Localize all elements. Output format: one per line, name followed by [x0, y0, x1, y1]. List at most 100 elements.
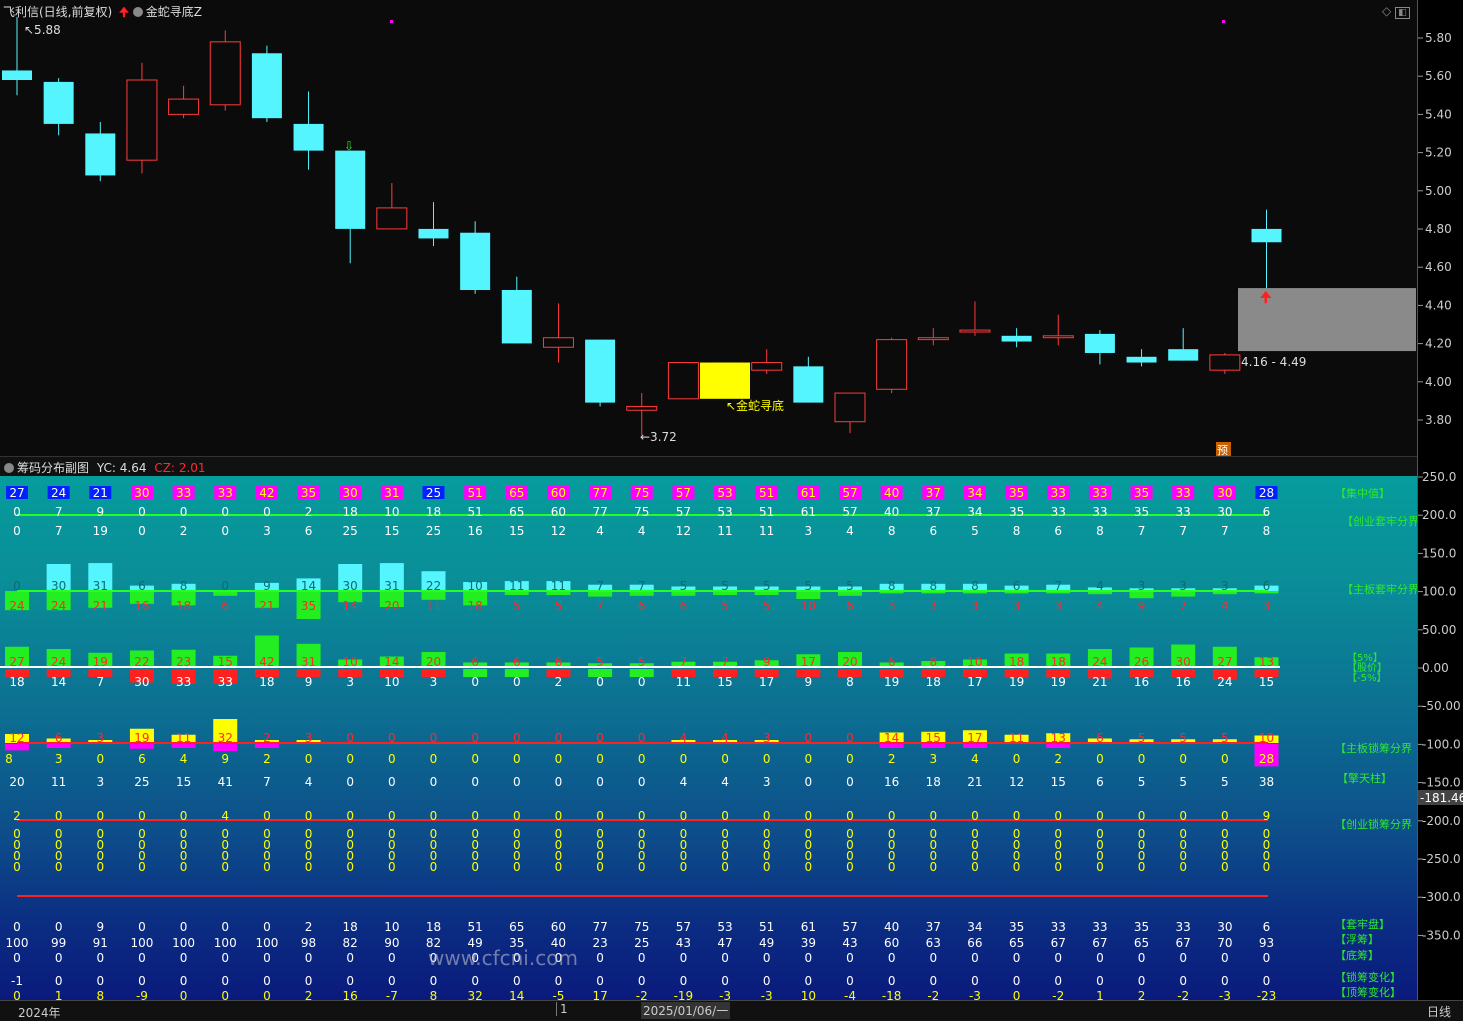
lock-change-value: 0 — [971, 974, 979, 988]
trapped-value: 35 — [1134, 920, 1149, 934]
floating-value: 43 — [842, 936, 857, 950]
top-change-value: 1 — [1096, 989, 1104, 1000]
gem-lock-detail: 0 — [388, 860, 396, 874]
trapped-value: 37 — [926, 920, 941, 934]
gem-trap-count: 4 — [638, 524, 646, 538]
candle-body — [542, 337, 574, 348]
trapped-value: 75 — [634, 920, 649, 934]
floating-value: 67 — [1092, 936, 1107, 950]
label-concentration: 【集中值】 — [1335, 487, 1390, 500]
gem-trap-count: 3 — [263, 524, 271, 538]
trapped-value: 2 — [305, 920, 313, 934]
subchart-title[interactable]: 筹码分布副图 — [17, 461, 89, 475]
concentration-value: 37 — [926, 486, 941, 500]
main-lock-down-value: 0 — [846, 752, 854, 766]
candle-body — [418, 228, 449, 239]
period-button[interactable]: 日线 — [1427, 1003, 1451, 1020]
candle-body — [251, 53, 282, 119]
pre-badge: 预 — [1217, 444, 1228, 456]
main-lock-down-value: 0 — [305, 752, 313, 766]
gem-lock-value: 0 — [596, 809, 604, 823]
band-down-value: 21 — [1092, 675, 1107, 689]
top-change-value: 1 — [55, 989, 63, 1000]
top-change-value: -4 — [844, 989, 856, 1000]
gem-trap-count: 3 — [805, 524, 813, 538]
main-trap-down-value: 7 — [596, 599, 604, 613]
stock-title: 飞利信(日线,前复权) — [3, 5, 113, 19]
page-marker[interactable]: 1 — [556, 1002, 568, 1016]
pillar-value: 21 — [967, 775, 982, 789]
trapped-value: 51 — [759, 920, 774, 934]
main-lock-down-value: 0 — [96, 752, 104, 766]
sub-tick-label: 200.0 — [1422, 508, 1456, 522]
collapse-icon[interactable]: ◧ — [1395, 7, 1410, 19]
main-trap-down-value: 24 — [51, 599, 66, 613]
formula-name[interactable]: 金蛇寻底Z — [146, 5, 202, 19]
main-lock-down-value: 3 — [929, 752, 937, 766]
candle-body — [209, 41, 241, 106]
concentration-value: 33 — [1176, 486, 1191, 500]
bottom-value: 0 — [1013, 951, 1021, 965]
trapped-value: 10 — [384, 920, 399, 934]
candle-body — [876, 339, 908, 390]
concentration-value: 77 — [592, 486, 607, 500]
bottom-value: 0 — [1221, 951, 1229, 965]
bottom-value: 0 — [96, 951, 104, 965]
main-lock-down-value: 0 — [555, 752, 563, 766]
lock-change-value: 0 — [555, 974, 563, 988]
band-down-value: 2 — [555, 675, 563, 689]
subchart-toggle-icon[interactable] — [4, 463, 14, 473]
gem-lock-value: 0 — [263, 809, 271, 823]
concentration-value: 53 — [717, 486, 732, 500]
time-axis-bar[interactable]: 2024年 1 2025/01/06/一 日线 — [0, 1000, 1463, 1021]
main-lock-down-value: 4 — [971, 752, 979, 766]
main-lock-down-value: 28 — [1259, 752, 1274, 766]
gem-lock-detail: 0 — [263, 860, 271, 874]
gem-lock-detail: 0 — [180, 860, 188, 874]
gem-trap-count: 16 — [468, 524, 483, 538]
price-tick-label: 5.20 — [1425, 146, 1452, 160]
main-trap-down-value: 3 — [1013, 599, 1021, 613]
floating-value: 47 — [717, 936, 732, 950]
trapped-value: 35 — [1009, 920, 1024, 934]
main-trap-down-value: 3 — [1054, 599, 1062, 613]
gem-trap-value: 18 — [343, 505, 358, 519]
candle-body — [585, 339, 616, 403]
floating-value: 67 — [1176, 936, 1191, 950]
pillar-value: 0 — [388, 775, 396, 789]
trapped-value: 33 — [1176, 920, 1191, 934]
main-lock-down-bar — [962, 744, 987, 748]
diamond-icon[interactable]: ◇ — [1382, 4, 1391, 18]
price-chart-panel[interactable]: ↖5.88 ←3.72 4.16 - 4.49 ↖金蛇寻底 ⇩ 🠉 预 飞利信(日线,前复权… — [0, 0, 1417, 456]
top-change-value: 14 — [509, 989, 524, 1000]
gem-trap-value: 40 — [884, 505, 899, 519]
top-change-value: 0 — [13, 989, 21, 1000]
lock-change-value: 0 — [1138, 974, 1146, 988]
gem-trap-value: 75 — [634, 505, 649, 519]
candle-body — [43, 81, 74, 124]
gem-lock-value: 0 — [138, 809, 146, 823]
pillar-value: 15 — [1051, 775, 1066, 789]
concentration-value: 28 — [1259, 486, 1274, 500]
floating-value: 98 — [301, 936, 316, 950]
floating-value: 66 — [967, 936, 982, 950]
pillar-value: 0 — [513, 775, 521, 789]
candle-body — [168, 98, 200, 115]
axis-ticks: 5.80 5.60 5.40 5.20 5.00 4.80 4.60 4.40 4.20 4.00… — [1418, 31, 1463, 942]
floating-value: 25 — [634, 936, 649, 950]
lock-change-value: 0 — [138, 974, 146, 988]
concentration-value: 51 — [759, 486, 774, 500]
gem-lock-value: 0 — [1179, 809, 1187, 823]
sub-tick-label: -200.0 — [1422, 814, 1461, 828]
sub-tick-label: 250.0 — [1422, 470, 1456, 484]
concentration-value: 27 — [9, 486, 24, 500]
right-axis[interactable]: 5.80 5.60 5.40 5.20 5.00 4.80 4.60 4.40 4.20 4.00… — [1417, 0, 1463, 1000]
gem-lock-value: 0 — [513, 809, 521, 823]
gem-lock-value: 2 — [13, 809, 21, 823]
gem-trap-value: 0 — [180, 505, 188, 519]
chip-distribution-panel[interactable]: 27 24 21 30 33 33 42 35 30 31 25 51 65 60 77 75 57 53 51 61… — [0, 476, 1419, 1000]
gem-lock-detail: 0 — [305, 860, 313, 874]
candlestick-chart[interactable]: ↖5.88 ←3.72 4.16 - 4.49 ↖金蛇寻底 ⇩ 🠉 预 — [0, 0, 1417, 456]
formula-toggle-icon[interactable] — [132, 7, 143, 17]
signal-label: ↖金蛇寻底 — [726, 398, 784, 413]
